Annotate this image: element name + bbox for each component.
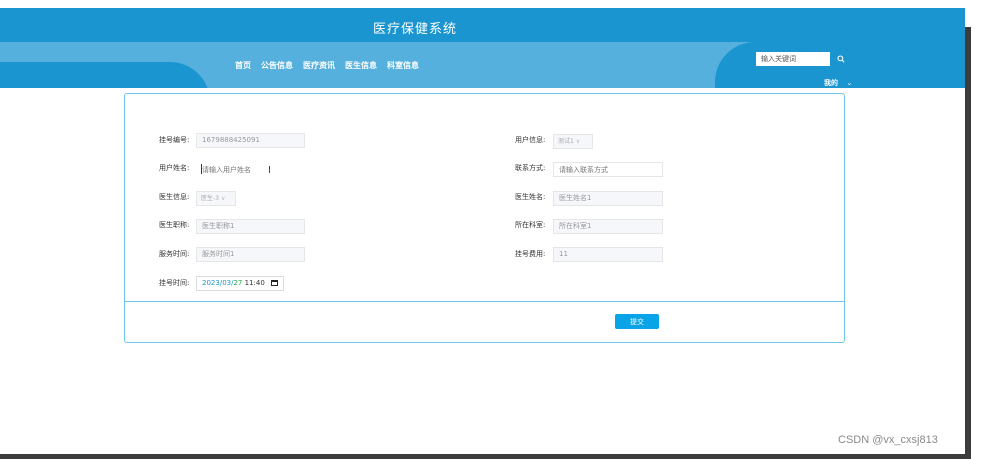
window-scrollbar-edge: [965, 27, 971, 457]
department-label: 所在科室:: [515, 221, 546, 229]
main-nav: 首页 公告信息 医疗资讯 医生信息 科室信息: [235, 60, 419, 71]
chevron-down-icon: ⌄: [846, 79, 853, 87]
fee-label: 挂号费用:: [515, 250, 546, 258]
reg-time-input[interactable]: 2023/03/27 11:40: [196, 276, 284, 291]
registration-no-label: 挂号编号:: [159, 136, 190, 144]
nav-home[interactable]: 首页: [235, 60, 251, 71]
reg-time-clock: 11:40: [242, 279, 265, 287]
user-info-label: 用户信息:: [515, 136, 546, 144]
doctor-title-label: 医生职称:: [159, 221, 190, 229]
nav-medical-news[interactable]: 医疗资讯: [303, 60, 335, 71]
nav-announcements[interactable]: 公告信息: [261, 60, 293, 71]
department-field[interactable]: 所在科室1: [553, 219, 663, 234]
service-time-label: 服务时间:: [159, 250, 190, 258]
chevron-down-icon: ∨: [220, 195, 226, 202]
window-bottom-edge: [0, 454, 971, 459]
contact-input[interactable]: [553, 162, 663, 177]
form-divider: [124, 301, 845, 302]
user-name-input[interactable]: [196, 162, 305, 177]
header-decoration: [0, 62, 210, 88]
doctor-name-label: 医生姓名:: [515, 193, 546, 201]
registration-form-card: [124, 93, 845, 343]
search-icon: [837, 55, 845, 63]
user-info-select[interactable]: 测试1 ∨: [553, 134, 593, 149]
doctor-info-label: 医生信息:: [159, 193, 190, 201]
fee-field[interactable]: 11: [553, 247, 663, 262]
user-menu-label: 我的: [824, 79, 838, 87]
registration-no-field[interactable]: 1679888425091: [196, 133, 305, 148]
doctor-info-select[interactable]: 医生-3 ∨: [196, 191, 236, 206]
contact-label: 联系方式:: [515, 164, 546, 172]
reg-time-month: 03: [222, 279, 232, 287]
search-button[interactable]: [831, 52, 851, 66]
chevron-down-icon: ∨: [575, 138, 581, 145]
doctor-info-value: 医生-3: [201, 195, 219, 202]
reg-time-label: 挂号时间:: [159, 279, 190, 287]
search-input[interactable]: [756, 52, 830, 66]
site-title: 医疗保健系统: [372, 22, 457, 37]
site-header: 医疗保健系统 首页 公告信息 医疗资讯 医生信息 科室信息 我的 ⌄: [0, 8, 965, 88]
service-time-field[interactable]: 服务时间1: [196, 247, 305, 262]
text-cursor-icon: I: [268, 165, 271, 176]
calendar-icon[interactable]: [270, 280, 278, 286]
watermark: CSDN @vx_cxsj813: [838, 434, 938, 446]
user-name-label: 用户姓名:: [159, 164, 190, 172]
submit-button[interactable]: 提交: [615, 314, 659, 329]
doctor-name-field[interactable]: 医生姓名1: [553, 191, 663, 206]
doctor-title-field[interactable]: 医生职称1: [196, 219, 305, 234]
nav-departments[interactable]: 科室信息: [387, 60, 419, 71]
nav-doctors[interactable]: 医生信息: [345, 60, 377, 71]
reg-time-year: 2023: [202, 279, 220, 287]
user-menu[interactable]: 我的 ⌄: [824, 78, 852, 88]
user-info-value: 测试1: [558, 138, 574, 145]
text-caret: [201, 164, 202, 174]
